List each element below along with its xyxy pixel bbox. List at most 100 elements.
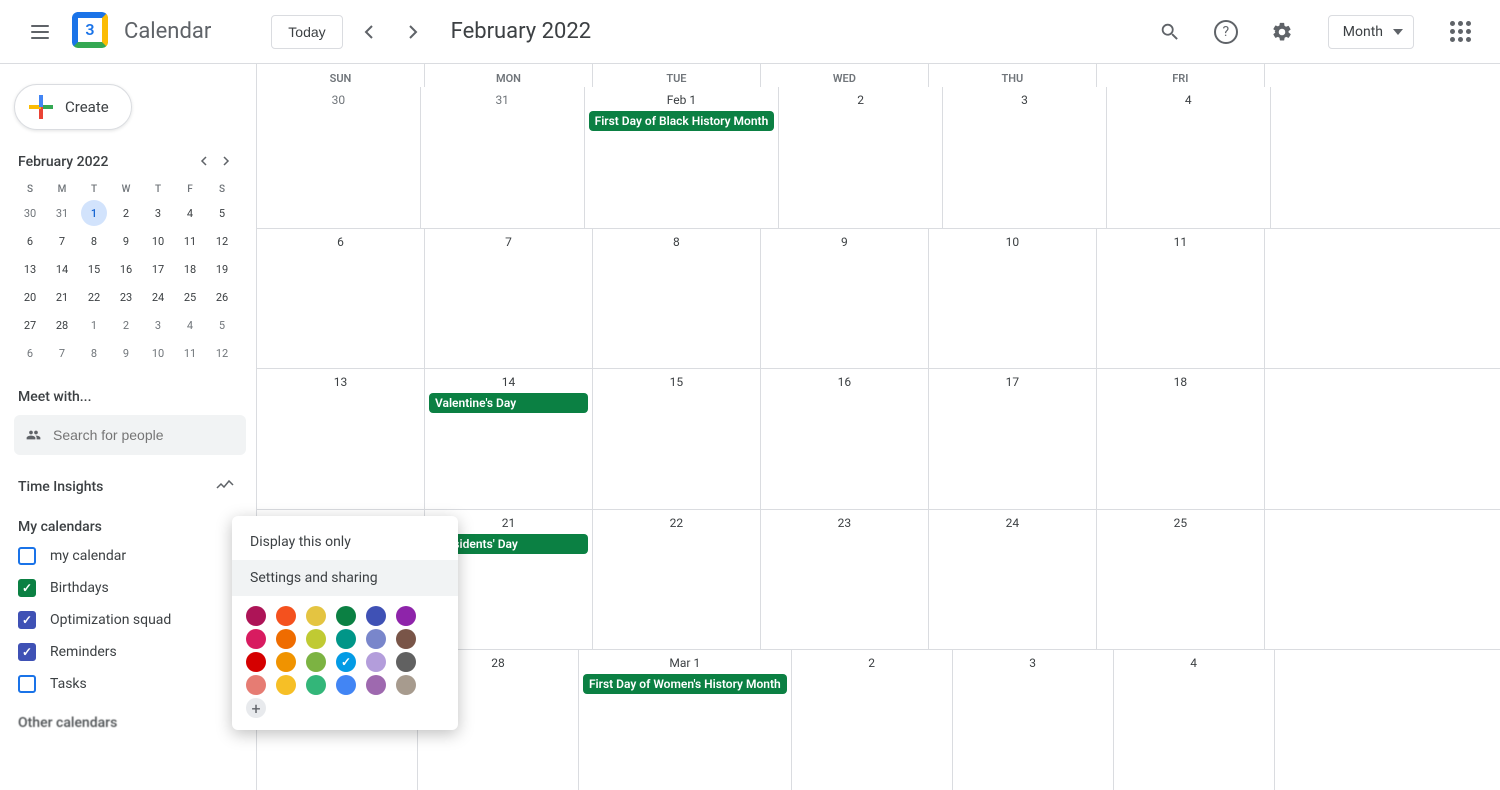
calendar-item[interactable]: Birthdays	[10, 575, 242, 601]
day-cell[interactable]: 4	[1107, 87, 1271, 228]
color-swatch[interactable]	[276, 606, 296, 626]
mini-day-cell[interactable]: 18	[177, 256, 203, 282]
mini-day-cell[interactable]: 19	[209, 256, 235, 282]
mini-day-cell[interactable]: 3	[145, 312, 171, 338]
settings-sharing-option[interactable]: Settings and sharing	[232, 560, 458, 596]
mini-day-cell[interactable]: 24	[145, 284, 171, 310]
calendar-checkbox[interactable]	[18, 611, 36, 629]
mini-day-cell[interactable]: 15	[81, 256, 107, 282]
color-swatch[interactable]	[276, 629, 296, 649]
mini-day-cell[interactable]: 31	[49, 200, 75, 226]
today-button[interactable]: Today	[271, 15, 342, 49]
day-cell[interactable]	[1275, 650, 1500, 790]
day-cell[interactable]	[1271, 87, 1500, 228]
color-swatch[interactable]	[336, 652, 356, 672]
day-cell[interactable]: 18	[1097, 369, 1265, 509]
calendar-checkbox[interactable]	[18, 675, 36, 693]
event-chip[interactable]: First Day of Black History Month	[589, 111, 775, 131]
other-calendars-label[interactable]: Other calendars	[18, 715, 234, 731]
next-period-button[interactable]	[395, 14, 431, 50]
day-cell[interactable]: 10	[929, 229, 1097, 369]
color-swatch[interactable]	[276, 675, 296, 695]
color-swatch[interactable]	[306, 629, 326, 649]
day-cell[interactable]: 31	[421, 87, 585, 228]
settings-button[interactable]	[1262, 12, 1302, 52]
calendar-item[interactable]: Tasks	[10, 671, 242, 697]
color-swatch[interactable]	[396, 606, 416, 626]
mini-day-cell[interactable]: 21	[49, 284, 75, 310]
mini-day-cell[interactable]: 5	[209, 200, 235, 226]
day-cell[interactable]: 23	[761, 510, 929, 650]
mini-day-cell[interactable]: 4	[177, 312, 203, 338]
mini-day-cell[interactable]: 2	[113, 312, 139, 338]
support-button[interactable]: ?	[1214, 20, 1238, 44]
mini-day-cell[interactable]: 8	[81, 228, 107, 254]
mini-day-cell[interactable]: 10	[145, 228, 171, 254]
create-button[interactable]: Create	[14, 84, 132, 130]
color-swatch[interactable]	[396, 629, 416, 649]
mini-day-cell[interactable]: 5	[209, 312, 235, 338]
color-swatch[interactable]	[336, 675, 356, 695]
day-cell[interactable]: 11	[1097, 229, 1265, 369]
day-cell[interactable]	[1265, 229, 1500, 369]
calendar-logo[interactable]: 3	[72, 12, 112, 52]
day-cell[interactable]: 8	[593, 229, 761, 369]
calendar-checkbox[interactable]	[18, 643, 36, 661]
mini-day-cell[interactable]: 2	[113, 200, 139, 226]
mini-day-cell[interactable]: 16	[113, 256, 139, 282]
day-cell[interactable]: 30	[257, 87, 421, 228]
mini-day-cell[interactable]: 26	[209, 284, 235, 310]
color-swatch[interactable]	[246, 629, 266, 649]
day-cell[interactable]: 13	[257, 369, 425, 509]
mini-day-cell[interactable]: 1	[81, 312, 107, 338]
mini-day-cell[interactable]: 13	[17, 256, 43, 282]
color-swatch[interactable]	[396, 675, 416, 695]
prev-period-button[interactable]	[351, 14, 387, 50]
mini-day-cell[interactable]: 20	[17, 284, 43, 310]
mini-day-cell[interactable]: 7	[49, 340, 75, 366]
day-cell[interactable]: 6	[257, 229, 425, 369]
color-swatch[interactable]	[396, 652, 416, 672]
color-swatch[interactable]	[246, 652, 266, 672]
mini-day-cell[interactable]: 30	[17, 200, 43, 226]
mini-day-cell[interactable]: 22	[81, 284, 107, 310]
calendar-item[interactable]: my calendar	[10, 543, 242, 569]
day-cell[interactable]: 9	[761, 229, 929, 369]
day-cell[interactable]: Mar 1First Day of Women's History Month	[579, 650, 792, 790]
day-cell[interactable]: 25	[1097, 510, 1265, 650]
mini-day-cell[interactable]: 27	[17, 312, 43, 338]
calendar-checkbox[interactable]	[18, 579, 36, 597]
day-cell[interactable]	[1265, 510, 1500, 650]
event-chip[interactable]: Valentine's Day	[429, 393, 588, 413]
day-cell[interactable]: 16	[761, 369, 929, 509]
day-cell[interactable]: 4	[1114, 650, 1275, 790]
mini-day-cell[interactable]: 12	[209, 340, 235, 366]
day-cell[interactable]: 15	[593, 369, 761, 509]
day-cell[interactable]: 24	[929, 510, 1097, 650]
mini-day-cell[interactable]: 9	[113, 228, 139, 254]
mini-day-cell[interactable]: 28	[49, 312, 75, 338]
color-swatch[interactable]	[246, 675, 266, 695]
calendar-item[interactable]: Optimization squad	[10, 607, 242, 633]
color-swatch[interactable]	[366, 606, 386, 626]
google-apps-button[interactable]	[1440, 12, 1480, 52]
color-swatch[interactable]	[306, 606, 326, 626]
color-swatch[interactable]	[366, 629, 386, 649]
color-swatch[interactable]	[306, 675, 326, 695]
calendar-checkbox[interactable]	[18, 547, 36, 565]
mini-day-cell[interactable]: 11	[177, 228, 203, 254]
mini-day-cell[interactable]: 7	[49, 228, 75, 254]
mini-day-cell[interactable]: 10	[145, 340, 171, 366]
mini-day-cell[interactable]: 25	[177, 284, 203, 310]
mini-day-cell[interactable]: 6	[17, 340, 43, 366]
view-selector[interactable]: Month	[1328, 15, 1414, 49]
day-cell[interactable]: 17	[929, 369, 1097, 509]
main-menu-button[interactable]	[16, 8, 64, 56]
mini-day-cell[interactable]: 6	[17, 228, 43, 254]
mini-day-cell[interactable]: 12	[209, 228, 235, 254]
mini-day-cell[interactable]: 17	[145, 256, 171, 282]
day-cell[interactable]: 3	[953, 650, 1114, 790]
day-cell[interactable]	[1265, 369, 1500, 509]
day-cell[interactable]: 14Valentine's Day	[425, 369, 593, 509]
mini-day-cell[interactable]: 8	[81, 340, 107, 366]
